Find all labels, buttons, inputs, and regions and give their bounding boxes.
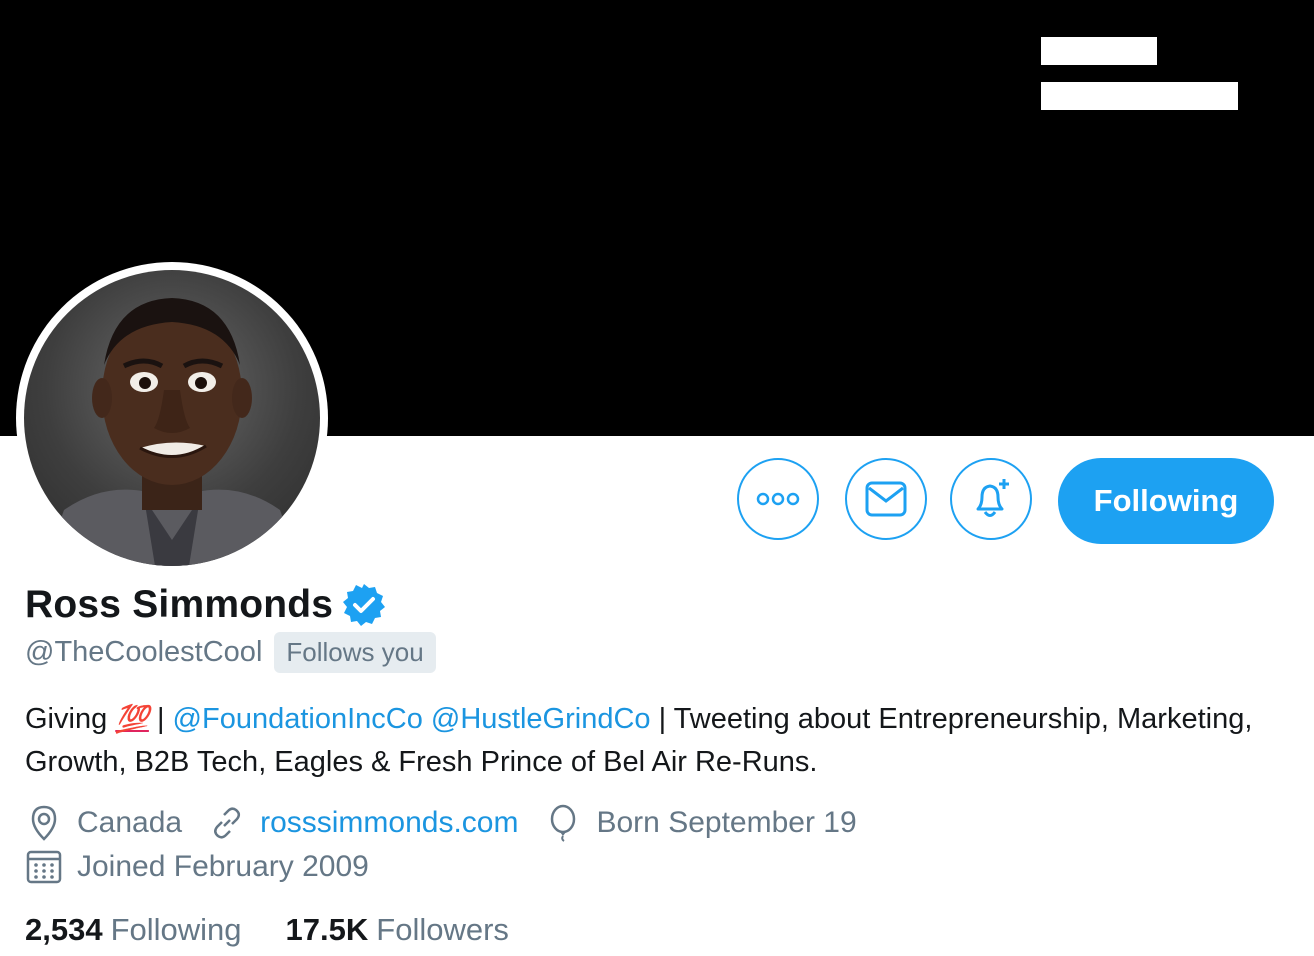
calendar-icon [26, 850, 62, 884]
mention-link-hustlegrindco[interactable]: @HustleGrindCo [431, 703, 651, 735]
bio-space [423, 703, 431, 735]
website-item: rosssimmonds.com [208, 804, 518, 842]
location-text: Canada [77, 806, 183, 839]
display-name: Ross Simmonds [25, 583, 334, 626]
following-stat[interactable]: 2,534 Following [25, 912, 242, 948]
profile-meta-joined: Joined February 2009 [25, 848, 395, 886]
followers-stat[interactable]: 17.5K Followers [286, 912, 509, 948]
joined-text: Joined February 2009 [77, 850, 369, 883]
link-icon [214, 807, 241, 839]
notifications-button[interactable] [950, 458, 1032, 540]
banner-logo-bar [1041, 82, 1238, 110]
profile-meta: Canada rosssimmonds.com Born September 1… [25, 804, 883, 842]
handle-row: @TheCoolestCool Follows you [25, 632, 436, 673]
birthday-item: Born September 19 [544, 804, 857, 842]
profile-bio: Giving 💯 | @FoundationIncCo @HustleGrind… [25, 698, 1285, 784]
bio-separator: | [148, 703, 173, 735]
profile-name-row: Ross Simmonds [25, 582, 387, 628]
follow-stats: 2,534 Following 17.5K Followers [25, 912, 553, 948]
verified-badge-icon [343, 584, 386, 626]
following-button[interactable]: Following [1058, 458, 1274, 544]
banner-logo-bar [1041, 37, 1157, 65]
joined-item: Joined February 2009 [25, 848, 369, 886]
mail-icon [865, 481, 907, 517]
hundred-points-icon: 💯 [115, 704, 149, 734]
avatar-portrait [44, 298, 300, 566]
website-link[interactable]: rosssimmonds.com [260, 806, 518, 840]
mention-link-foundationincco[interactable]: @FoundationIncCo [173, 703, 423, 735]
following-count: 2,534 [25, 912, 103, 947]
birthday-text: Born September 19 [596, 806, 857, 839]
avatar[interactable] [24, 270, 320, 566]
avatar-ring [16, 262, 328, 574]
location-item: Canada [25, 804, 182, 842]
followers-label: Followers [376, 912, 509, 947]
following-label: Following [110, 912, 242, 947]
location-pin-icon [31, 805, 57, 841]
bell-plus-icon [976, 479, 1009, 517]
message-button[interactable] [845, 458, 927, 540]
followers-count: 17.5K [285, 912, 369, 947]
profile-handle: @TheCoolestCool [25, 636, 263, 668]
more-icon [756, 492, 800, 506]
more-options-button[interactable] [737, 458, 819, 540]
bio-text: Giving [25, 703, 116, 735]
follows-you-badge: Follows you [274, 632, 436, 673]
balloon-icon [551, 804, 576, 842]
